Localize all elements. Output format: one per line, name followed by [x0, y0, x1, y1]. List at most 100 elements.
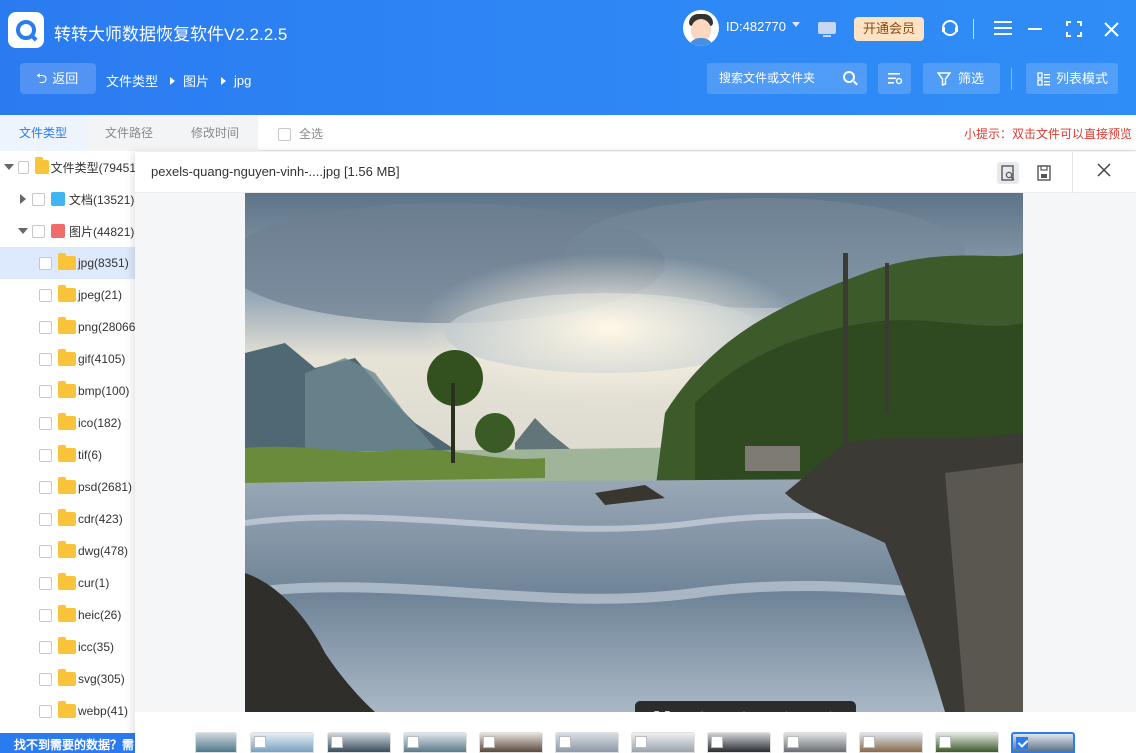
- tab-modified-time[interactable]: 修改时间: [172, 115, 258, 151]
- thumbnail-checkbox[interactable]: [635, 736, 647, 748]
- help-banner[interactable]: 找不到需要的数据？需: [0, 733, 135, 753]
- tree-item-jpg[interactable]: jpg(8351): [0, 247, 140, 279]
- tree-item-dwg[interactable]: dwg(478): [0, 535, 140, 567]
- tree-item-png[interactable]: png(28066): [0, 311, 140, 343]
- folder-icon: [58, 701, 76, 718]
- thumbnail-checkbox[interactable]: [787, 736, 799, 748]
- tree-item-gif[interactable]: gif(4105): [0, 343, 140, 375]
- tree-item-cdr[interactable]: cdr(423): [0, 503, 140, 535]
- chevron-down-icon[interactable]: [792, 22, 800, 27]
- preview-image[interactable]: [245, 193, 1023, 712]
- monitor-icon[interactable]: [818, 22, 836, 37]
- filter-button[interactable]: 筛选: [923, 63, 1000, 94]
- tree-item-cur[interactable]: cur(1): [0, 567, 140, 599]
- save-button[interactable]: [1033, 162, 1055, 184]
- view-mode-button[interactable]: 列表模式: [1026, 63, 1118, 94]
- sort-button[interactable]: [878, 63, 911, 94]
- thumbnail-checkbox[interactable]: [939, 736, 951, 748]
- tree-checkbox[interactable]: [39, 608, 52, 622]
- file-type-tree: 文件类型(79451) 文档(13521) 图片(44821) jpg(8351…: [0, 151, 140, 753]
- tree-checkbox[interactable]: [32, 224, 45, 238]
- tree-checkbox[interactable]: [39, 512, 52, 526]
- thumbnail-checkbox[interactable]: [483, 736, 495, 748]
- tree-item-tif[interactable]: tif(6): [0, 439, 140, 471]
- tree-item-bmp[interactable]: bmp(100): [0, 375, 140, 407]
- thumbnail-checkbox[interactable]: [863, 736, 875, 748]
- menu-icon[interactable]: [994, 20, 1012, 40]
- tree-checkbox[interactable]: [39, 352, 52, 366]
- tree-checkbox[interactable]: [39, 448, 52, 462]
- thumbnail-checkbox[interactable]: [711, 736, 723, 748]
- back-button[interactable]: ⮌ 返回: [20, 63, 96, 94]
- tree-checkbox[interactable]: [39, 576, 52, 590]
- user-avatar[interactable]: [683, 10, 719, 46]
- tree-checkbox[interactable]: [39, 288, 52, 302]
- category-tab-bar: 文件类型 文件路径 修改时间 全选 小提示：双击文件可以直接预览: [0, 115, 1136, 151]
- thumbnail[interactable]: [555, 732, 619, 753]
- tab-file-path[interactable]: 文件路径: [86, 115, 172, 151]
- tree-item-heic[interactable]: heic(26): [0, 599, 140, 631]
- tree-checkbox[interactable]: [39, 256, 52, 270]
- preview-header: pexels-quang-nguyen-vinh-....jpg [1.56 M…: [135, 152, 1136, 193]
- thumbnail-checkbox[interactable]: [559, 736, 571, 748]
- select-all-checkbox[interactable]: [278, 128, 291, 142]
- tree-item-label: dwg(478): [78, 544, 129, 558]
- thumbnail[interactable]: [707, 732, 771, 753]
- thumbnail[interactable]: [403, 732, 467, 753]
- file-info-button[interactable]: [997, 162, 1019, 184]
- tree-item-svg[interactable]: svg(305): [0, 663, 140, 695]
- tree-item-docs[interactable]: 文档(13521): [0, 183, 140, 215]
- tree-checkbox[interactable]: [18, 160, 29, 174]
- thumbnail-checkbox[interactable]: [331, 736, 343, 748]
- breadcrumb-separator-icon: [221, 76, 227, 85]
- tree-item-jpeg[interactable]: jpeg(21): [0, 279, 140, 311]
- tree-item-psd[interactable]: psd(2681): [0, 471, 140, 503]
- tree-checkbox[interactable]: [39, 704, 52, 718]
- headset-icon[interactable]: [941, 19, 959, 41]
- select-all[interactable]: 全选: [278, 125, 323, 142]
- thumbnail[interactable]: [631, 732, 695, 753]
- thumbnail-checkbox[interactable]: [254, 736, 266, 748]
- thumbnail[interactable]: [859, 732, 923, 753]
- tree-item-icc[interactable]: icc(35): [0, 631, 140, 663]
- search-icon[interactable]: [843, 71, 855, 83]
- thumbnail[interactable]: [327, 732, 391, 753]
- expand-icon[interactable]: [4, 164, 14, 170]
- tree-checkbox[interactable]: [39, 672, 52, 686]
- tree-item-ico[interactable]: ico(182): [0, 407, 140, 439]
- tree-checkbox[interactable]: [39, 384, 52, 398]
- thumbnail-selected[interactable]: [1011, 732, 1075, 753]
- expand-icon[interactable]: [18, 228, 28, 234]
- thumbnail[interactable]: [783, 732, 847, 753]
- tree-item-root[interactable]: 文件类型(79451): [0, 151, 140, 183]
- thumbnail-checkbox[interactable]: [407, 736, 419, 748]
- thumbnail[interactable]: [195, 732, 237, 753]
- tree-item-label: psd(2681): [78, 480, 133, 494]
- breadcrumb-item[interactable]: jpg: [234, 73, 251, 88]
- breadcrumb-item[interactable]: 图片: [183, 71, 209, 90]
- tree-item-webp[interactable]: webp(41): [0, 695, 140, 727]
- tab-file-type[interactable]: 文件类型: [0, 115, 86, 151]
- folder-icon: [58, 541, 76, 558]
- vip-button[interactable]: 开通会员: [854, 17, 924, 41]
- tree-checkbox[interactable]: [39, 640, 52, 654]
- search-input[interactable]: 搜索文件或文件夹: [707, 63, 867, 94]
- user-id[interactable]: ID:482770: [726, 19, 786, 34]
- thumbnail[interactable]: [250, 732, 314, 753]
- close-preview-button[interactable]: [1096, 162, 1112, 182]
- minimize-icon[interactable]: [1028, 20, 1044, 40]
- expand-icon[interactable]: [20, 194, 26, 204]
- thumbnail[interactable]: [935, 732, 999, 753]
- tree-checkbox[interactable]: [39, 416, 52, 430]
- close-icon[interactable]: [1104, 21, 1119, 41]
- thumbnail-checkbox[interactable]: [1016, 737, 1028, 749]
- tree-checkbox[interactable]: [39, 544, 52, 558]
- breadcrumb-item[interactable]: 文件类型: [106, 71, 158, 90]
- tree-checkbox[interactable]: [39, 480, 52, 494]
- thumbnail[interactable]: [479, 732, 543, 753]
- tree-item-images[interactable]: 图片(44821): [0, 215, 140, 247]
- maximize-icon[interactable]: [1066, 21, 1082, 41]
- tree-checkbox[interactable]: [32, 192, 45, 206]
- tree-checkbox[interactable]: [39, 320, 52, 334]
- folder-icon: [58, 637, 76, 654]
